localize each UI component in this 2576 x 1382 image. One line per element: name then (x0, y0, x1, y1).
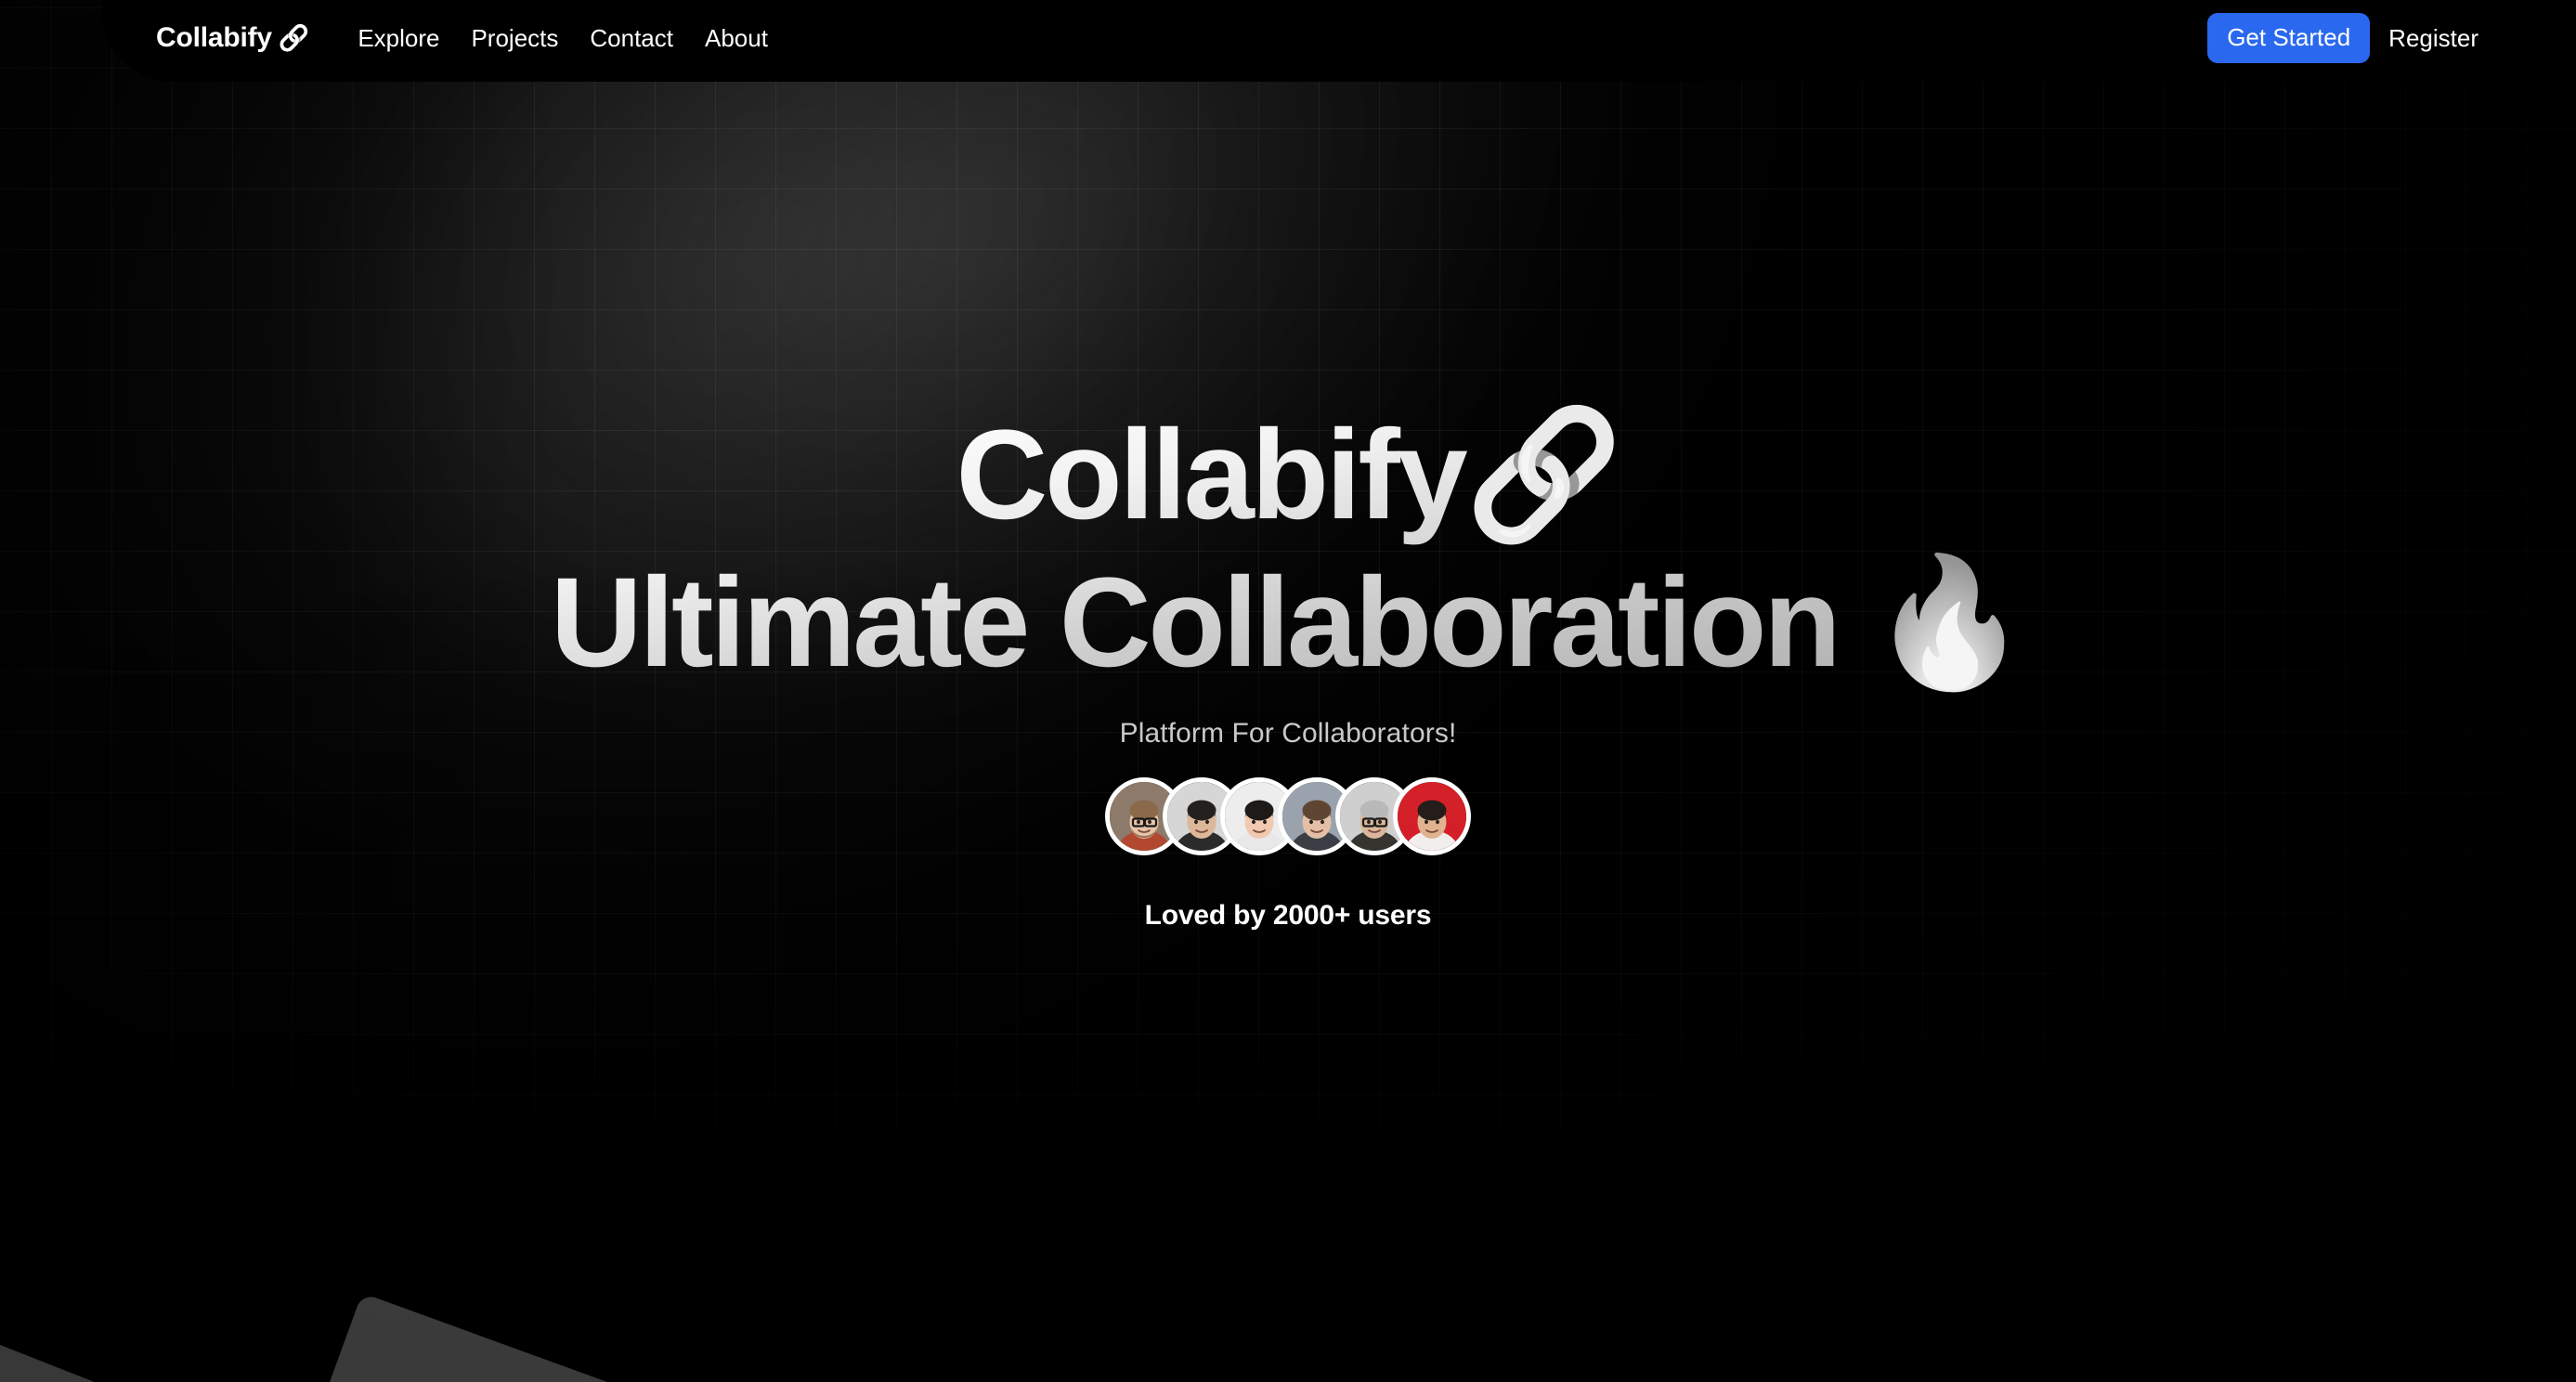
brand-logo[interactable]: Collabify 🔗 (156, 22, 310, 54)
fire-icon: 🔥 (1870, 551, 2029, 694)
hero-title-text-1: Collabify (956, 404, 1465, 546)
top-navbar: Collabify 🔗 Explore Projects Contact Abo… (102, 0, 2576, 82)
hero-title-text-2: Ultimate Collaboration (550, 551, 1871, 694)
avatar (1393, 776, 1471, 855)
hero-subtitle: Platform For Collaborators! (1119, 717, 1457, 749)
brand-name: Collabify (156, 22, 272, 53)
navbar-actions: Get Started Register (2207, 13, 2478, 63)
nav-link-explore[interactable]: Explore (358, 24, 439, 53)
navbar-links: Explore Projects Contact About (358, 24, 768, 53)
hero-section: Collabify🔗 Ultimate Collaboration 🔥 Plat… (0, 0, 2576, 932)
hero-title: Collabify🔗 Ultimate Collaboration 🔥 (550, 402, 2029, 698)
hero-title-line-1: Collabify🔗 (551, 402, 2026, 550)
get-started-button[interactable]: Get Started (2207, 13, 2371, 63)
avatar-group (1105, 776, 1471, 855)
nav-link-about[interactable]: About (705, 24, 768, 53)
navbar-inner: Collabify 🔗 Explore Projects Contact Abo… (102, 7, 2576, 69)
register-link[interactable]: Register (2388, 24, 2478, 53)
link-chain-icon: 🔗 (1464, 404, 1623, 546)
page-stage: Workshops Blog Pricing About us Login RO… (0, 0, 2576, 1382)
nav-link-projects[interactable]: Projects (471, 24, 558, 53)
nav-link-contact[interactable]: Contact (590, 24, 673, 53)
social-proof-text: Loved by 2000+ users (1144, 899, 1432, 931)
link-chain-icon: 🔗 (278, 24, 310, 52)
hero-title-line-2: Ultimate Collaboration 🔥 (550, 550, 2029, 698)
